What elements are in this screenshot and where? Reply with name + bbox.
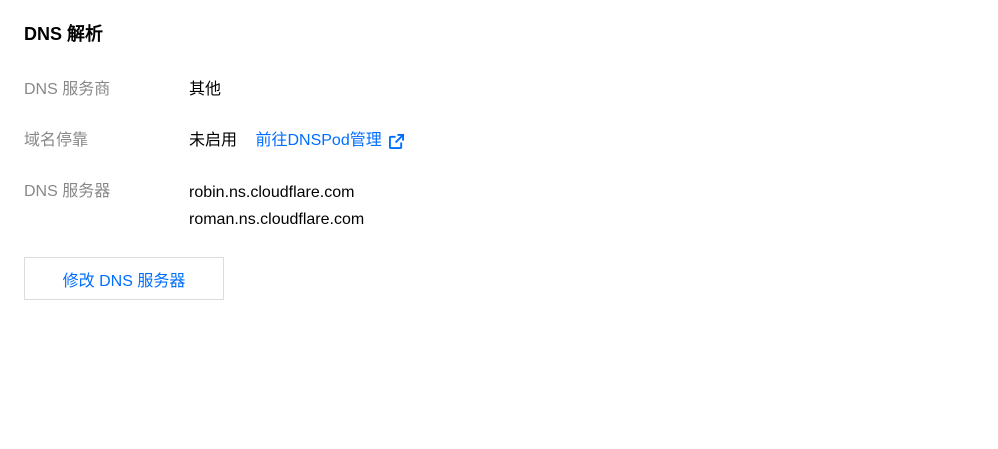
domain-parking-status: 未启用 <box>189 132 238 149</box>
domain-parking-value-group: 未启用 前往DNSPod管理 <box>189 130 404 152</box>
external-link-icon <box>388 133 404 149</box>
dns-servers-label: DNS 服务器 <box>24 183 111 200</box>
dns-provider-value: 其他 <box>189 81 222 98</box>
dns-server-list: robin.ns.cloudflare.com roman.ns.cloudfl… <box>189 179 364 233</box>
modify-dns-servers-button[interactable]: 修改 DNS 服务器 <box>24 257 224 300</box>
domain-parking-row: 域名停靠 未启用 前往DNSPod管理 <box>24 130 404 152</box>
dnspod-manage-link-text: 前往DNSPod管理 <box>255 132 382 149</box>
section-title: DNS 解析 <box>24 24 104 44</box>
dns-provider-label: DNS 服务商 <box>24 81 111 98</box>
dns-server-item: robin.ns.cloudflare.com <box>189 184 355 201</box>
dns-provider-row: DNS 服务商 其他 <box>24 79 221 101</box>
dns-server-item: roman.ns.cloudflare.com <box>189 211 365 228</box>
dns-resolution-panel: DNS 解析 DNS 服务商 其他 域名停靠 未启用 前往DNSPod管理 DN… <box>0 0 998 449</box>
dns-servers-row: DNS 服务器 robin.ns.cloudflare.com roman.ns… <box>24 181 364 233</box>
dnspod-manage-link[interactable]: 前往DNSPod管理 <box>255 130 404 152</box>
domain-parking-label: 域名停靠 <box>24 132 89 149</box>
